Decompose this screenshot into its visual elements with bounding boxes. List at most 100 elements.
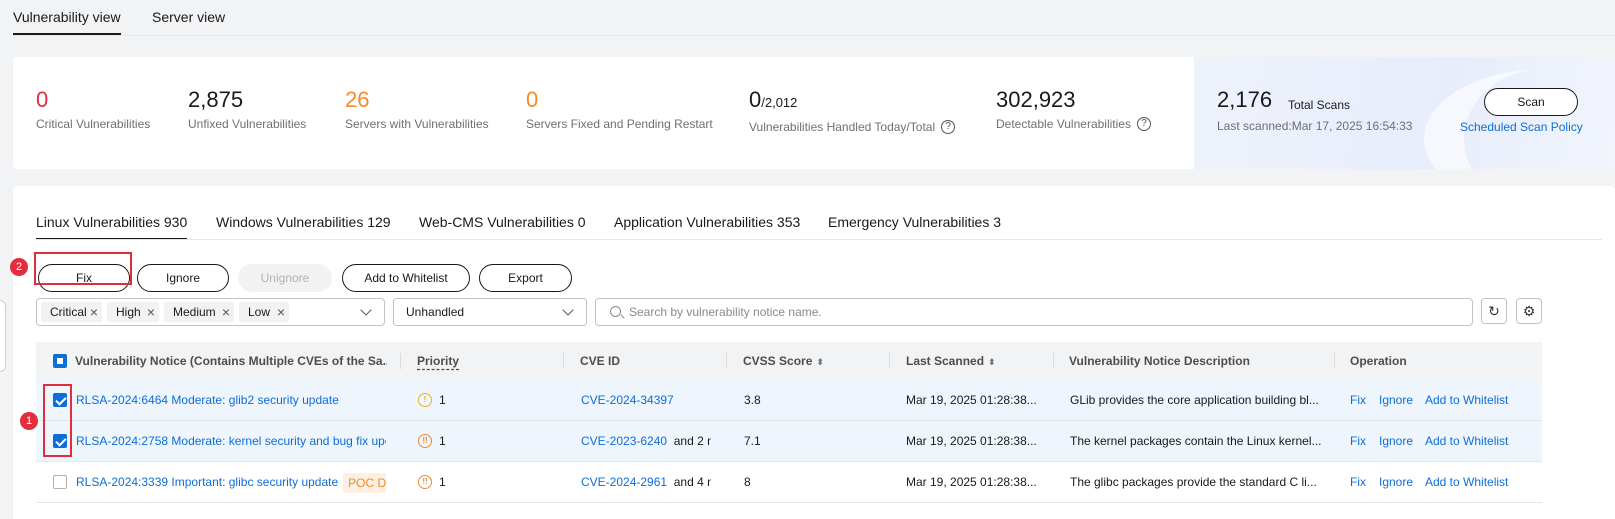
close-icon[interactable]: ×: [222, 302, 230, 322]
notice-link[interactable]: RLSA-2024:2758 Moderate: kernel security…: [76, 421, 386, 461]
severity-tag: Critical ×: [41, 302, 102, 322]
row-checkbox[interactable]: [53, 475, 67, 489]
row-ignore-link[interactable]: Ignore: [1379, 380, 1413, 420]
stat-critical: 0 Critical Vulnerabilities: [36, 87, 150, 131]
search-icon: [610, 306, 621, 317]
search-input[interactable]: Search by vulnerability notice name.: [595, 298, 1473, 326]
ignore-button[interactable]: Ignore: [137, 264, 229, 292]
cve-link[interactable]: CVE-2024-34397: [581, 393, 674, 407]
table-row[interactable]: RLSA-2024:6464 Moderate: glib2 security …: [36, 380, 1542, 421]
stat-value: 26: [345, 87, 370, 112]
col-cvss[interactable]: CVSS Score ⬍: [743, 342, 843, 380]
help-icon[interactable]: ?: [1136, 117, 1151, 131]
cve-link[interactable]: CVE-2023-6240: [581, 434, 667, 448]
settings-button[interactable]: ⚙: [1516, 298, 1542, 324]
sort-icon: ⬍: [816, 356, 824, 367]
export-button[interactable]: Export: [479, 264, 572, 292]
last-scanned-value: Mar 19, 2025 01:28:38...: [906, 434, 1037, 448]
tab-label: Windows Vulnerabilities: [216, 214, 364, 230]
status-select[interactable]: Unhandled: [393, 298, 587, 326]
cve-cell: CVE-2024-2961 and 4 m: [581, 462, 711, 502]
close-icon[interactable]: ×: [90, 302, 98, 322]
row-ignore-link[interactable]: Ignore: [1379, 462, 1413, 502]
stat-label-text: Detectable Vulnerabilities: [996, 117, 1131, 131]
cve-more[interactable]: and 2 m: [674, 434, 711, 448]
tag-label: Low: [248, 305, 271, 319]
stat-label: Unfixed Vulnerabilities: [188, 117, 306, 131]
table-header: Vulnerability Notice (Contains Multiple …: [36, 342, 1542, 380]
tab-label: Emergency Vulnerabilities: [828, 214, 990, 230]
tab-label: Linux Vulnerabilities: [36, 214, 160, 230]
help-icon[interactable]: ?: [941, 120, 956, 134]
cve-cell: CVE-2023-6240 and 2 m: [581, 421, 711, 461]
stat-label: Critical Vulnerabilities: [36, 117, 150, 131]
row-ignore-link[interactable]: Ignore: [1379, 421, 1413, 461]
unignore-button[interactable]: Unignore: [238, 264, 332, 292]
last-scanned-value: Mar 19, 2025 01:28:38...: [906, 393, 1037, 407]
tab-windows[interactable]: Windows Vulnerabilities 129: [216, 214, 391, 230]
table-row[interactable]: RLSA-2024:3339 Important: glibc security…: [36, 462, 1542, 503]
col-description: Vulnerability Notice Description: [1069, 354, 1250, 368]
tab-emergency[interactable]: Emergency Vulnerabilities 3: [828, 214, 1001, 230]
tab-label: Application Vulnerabilities: [614, 214, 774, 230]
cve-more[interactable]: and 4 m: [674, 475, 711, 489]
add-to-whitelist-button[interactable]: Add to Whitelist: [342, 264, 470, 292]
stat-pending-restart: 0 Servers Fixed and Pending Restart: [526, 87, 713, 131]
column-divider: [1053, 353, 1054, 369]
tab-linux[interactable]: Linux Vulnerabilities 930: [36, 214, 188, 240]
col-last-scanned-label: Last Scanned: [906, 354, 985, 368]
chevron-down-icon: [562, 304, 574, 316]
stat-servers: 26 Servers with Vulnerabilities: [345, 87, 489, 131]
row-whitelist-link[interactable]: Add to Whitelist: [1425, 462, 1508, 502]
tab-server-view[interactable]: Server view: [152, 9, 225, 25]
cve-link[interactable]: CVE-2024-2961: [581, 475, 667, 489]
notice-link[interactable]: RLSA-2024:6464 Moderate: glib2 security …: [76, 380, 386, 420]
cve-cell: CVE-2024-34397: [581, 380, 721, 420]
scheduled-scan-policy-link[interactable]: Scheduled Scan Policy: [1460, 120, 1583, 134]
tab-web-cms[interactable]: Web-CMS Vulnerabilities 0: [419, 214, 586, 230]
annotation-badge-2: 2: [10, 258, 28, 276]
col-priority[interactable]: Priority: [417, 342, 477, 380]
tab-count: 0: [577, 214, 586, 230]
stat-value: 0: [526, 87, 539, 112]
stat-label: Servers with Vulnerabilities: [345, 117, 489, 131]
col-last-scanned[interactable]: Last Scanned ⬍: [906, 342, 1026, 380]
chevron-down-icon: [360, 304, 372, 316]
tab-application[interactable]: Application Vulnerabilities 353: [614, 214, 800, 230]
description-value: The kernel packages contain the Linux ke…: [1070, 434, 1322, 448]
cvss-value: 7.1: [744, 434, 761, 448]
col-cve-id: CVE ID: [580, 354, 621, 368]
cvss-value: 8: [744, 475, 751, 489]
row-fix-link[interactable]: Fix: [1350, 421, 1366, 461]
priority-icon: !!: [418, 475, 432, 489]
scan-button[interactable]: Scan: [1484, 88, 1578, 116]
row-whitelist-link[interactable]: Add to Whitelist: [1425, 421, 1508, 461]
column-divider: [563, 353, 564, 369]
notice-link[interactable]: RLSA-2024:3339 Important: glibc security…: [76, 475, 338, 489]
stat-label: Detectable Vulnerabilities?: [996, 117, 1151, 131]
poc-tag: POC Dis: [343, 472, 386, 493]
table-row[interactable]: RLSA-2024:2758 Moderate: kernel security…: [36, 421, 1542, 462]
total-scans-label: Total Scans: [1288, 98, 1351, 112]
priority-value: 1: [439, 475, 446, 489]
select-all-checkbox[interactable]: [53, 354, 67, 368]
sort-icon: ⬍: [988, 356, 996, 367]
category-tabs-divider: [36, 239, 1602, 240]
tab-vulnerability-view[interactable]: Vulnerability view: [13, 9, 121, 35]
row-fix-link[interactable]: Fix: [1350, 462, 1366, 502]
close-icon[interactable]: ×: [277, 302, 285, 322]
row-whitelist-link[interactable]: Add to Whitelist: [1425, 380, 1508, 420]
scan-panel: 2,176 Total Scans Last scanned:Mar 17, 2…: [1194, 57, 1615, 169]
close-icon[interactable]: ×: [147, 302, 155, 322]
refresh-button[interactable]: ↻: [1481, 298, 1507, 324]
tab-label: Web-CMS Vulnerabilities: [419, 214, 574, 230]
tag-label: High: [116, 305, 141, 319]
stat-label-text: Servers with Vulnerabilities: [345, 117, 489, 131]
severity-filter[interactable]: Critical × High × Medium × Low ×: [36, 298, 385, 326]
side-collapse-handle[interactable]: [0, 300, 6, 372]
stat-label-text: Vulnerabilities Handled Today/Total: [749, 120, 936, 134]
notice-cell: RLSA-2024:3339 Important: glibc security…: [76, 462, 386, 502]
row-fix-link[interactable]: Fix: [1350, 380, 1366, 420]
vulnerability-list-card: Linux Vulnerabilities 930 Windows Vulner…: [10, 186, 1615, 519]
column-divider: [726, 353, 727, 369]
